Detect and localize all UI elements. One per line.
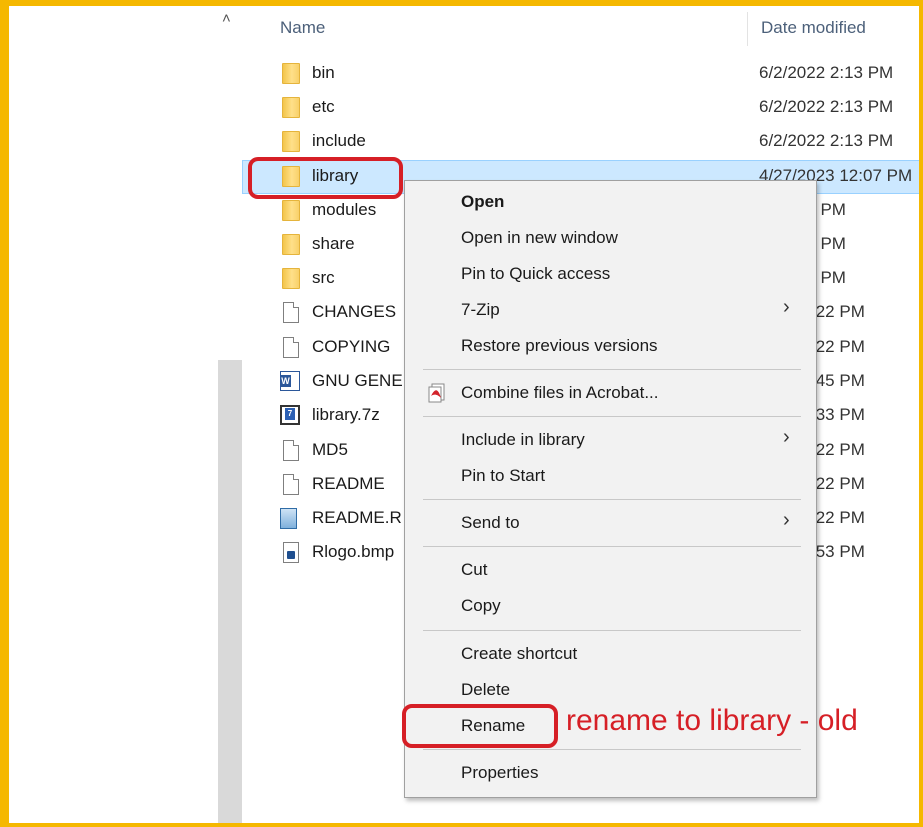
acrobat-icon (428, 383, 445, 403)
folder-icon (280, 200, 302, 222)
file-name: README (312, 474, 385, 493)
menu-separator (423, 749, 801, 750)
folder-icon (280, 234, 302, 256)
menu-item-delete[interactable]: Delete (405, 674, 816, 706)
menu-item-combine-acrobat[interactable]: Combine files in Acrobat... (405, 377, 816, 409)
chevron-right-icon: › (783, 426, 790, 448)
menu-item-label: Cut (461, 560, 488, 579)
menu-item-label: 7-Zip (461, 300, 500, 319)
file-name: CHANGES (312, 302, 397, 321)
document-icon (280, 440, 302, 462)
annotation-text: rename to library - old (566, 704, 858, 737)
file-row[interactable]: etc 6/2/2022 2:13 PM (242, 91, 923, 125)
column-divider[interactable] (747, 12, 748, 46)
menu-item-open[interactable]: Open (405, 186, 816, 218)
menu-separator (423, 416, 801, 417)
folder-icon (280, 131, 302, 153)
column-header-name[interactable]: Name (280, 18, 325, 38)
library-highlight-box (248, 157, 403, 199)
file-date-modified: 6/2/2022 2:13 PM (759, 97, 894, 116)
column-header-bar: Name Date modified (242, 6, 919, 46)
folder-icon (280, 97, 302, 119)
menu-separator (423, 499, 801, 500)
file-name: library.7z (312, 405, 380, 424)
menu-item-restore-previous-versions[interactable]: Restore previous versions (405, 330, 816, 362)
menu-item-cut[interactable]: Cut (405, 554, 816, 586)
menu-item-label: Pin to Start (461, 466, 546, 485)
chevron-right-icon: › (783, 296, 790, 318)
file-name: bin (312, 63, 335, 82)
menu-item-label: Open in new window (461, 228, 618, 247)
rename-highlight-box (402, 704, 558, 748)
document-icon (280, 302, 302, 324)
file-name: include (312, 131, 366, 150)
file-row[interactable]: include 6/2/2022 2:13 PM (242, 125, 923, 159)
file-name: Rlogo.bmp (312, 542, 395, 561)
menu-item-properties[interactable]: Properties (405, 757, 816, 789)
file-name: modules (312, 200, 377, 219)
document-icon (280, 474, 302, 496)
menu-separator (423, 630, 801, 631)
file-date-modified: 6/2/2022 2:13 PM (759, 63, 894, 82)
folder-icon (280, 268, 302, 290)
file-name: share (312, 234, 355, 253)
menu-item-label: Include in library (461, 430, 585, 449)
word-document-icon: W (280, 371, 302, 393)
menu-item-label: Restore previous versions (461, 336, 658, 355)
menu-item-label: Combine files in Acrobat... (461, 383, 659, 402)
menu-item-label: Copy (461, 596, 501, 615)
document-icon (280, 337, 302, 359)
file-name: etc (312, 97, 335, 116)
menu-item-label: Open (461, 192, 505, 211)
chevron-right-icon: › (783, 509, 790, 531)
column-header-date-modified[interactable]: Date modified (761, 18, 866, 38)
menu-item-open-new-window[interactable]: Open in new window (405, 222, 816, 254)
menu-item-create-shortcut[interactable]: Create shortcut (405, 638, 816, 670)
menu-item-label: Pin to Quick access (461, 264, 611, 283)
menu-item-label: Create shortcut (461, 644, 578, 663)
menu-item-7zip[interactable]: 7-Zip › (405, 294, 816, 326)
menu-item-label: Delete (461, 680, 511, 699)
file-name: COPYING (312, 337, 391, 356)
menu-item-include-in-library[interactable]: Include in library › (405, 424, 816, 456)
file-row[interactable]: bin 6/2/2022 2:13 PM (242, 57, 923, 91)
menu-item-send-to[interactable]: Send to › (405, 507, 816, 539)
menu-separator (423, 369, 801, 370)
menu-item-copy[interactable]: Copy (405, 590, 816, 622)
rich-text-icon (280, 508, 302, 530)
folder-icon (280, 63, 302, 85)
menu-item-label: Send to (461, 513, 520, 532)
file-date-modified: 6/2/2022 2:13 PM (759, 131, 894, 150)
chevron-up-icon[interactable]: ˄ (222, 10, 231, 27)
navigation-scrollbar[interactable] (218, 360, 242, 823)
file-name: src (312, 268, 335, 287)
bitmap-icon (280, 542, 302, 564)
file-name: GNU GENE (312, 371, 403, 390)
menu-item-pin-quick-access[interactable]: Pin to Quick access (405, 258, 816, 290)
menu-item-pin-to-start[interactable]: Pin to Start (405, 460, 816, 492)
menu-item-label: Properties (461, 763, 539, 782)
menu-separator (423, 546, 801, 547)
file-name: MD5 (312, 440, 348, 459)
file-name: README.R (312, 508, 402, 527)
archive-icon: 7 (280, 405, 302, 427)
